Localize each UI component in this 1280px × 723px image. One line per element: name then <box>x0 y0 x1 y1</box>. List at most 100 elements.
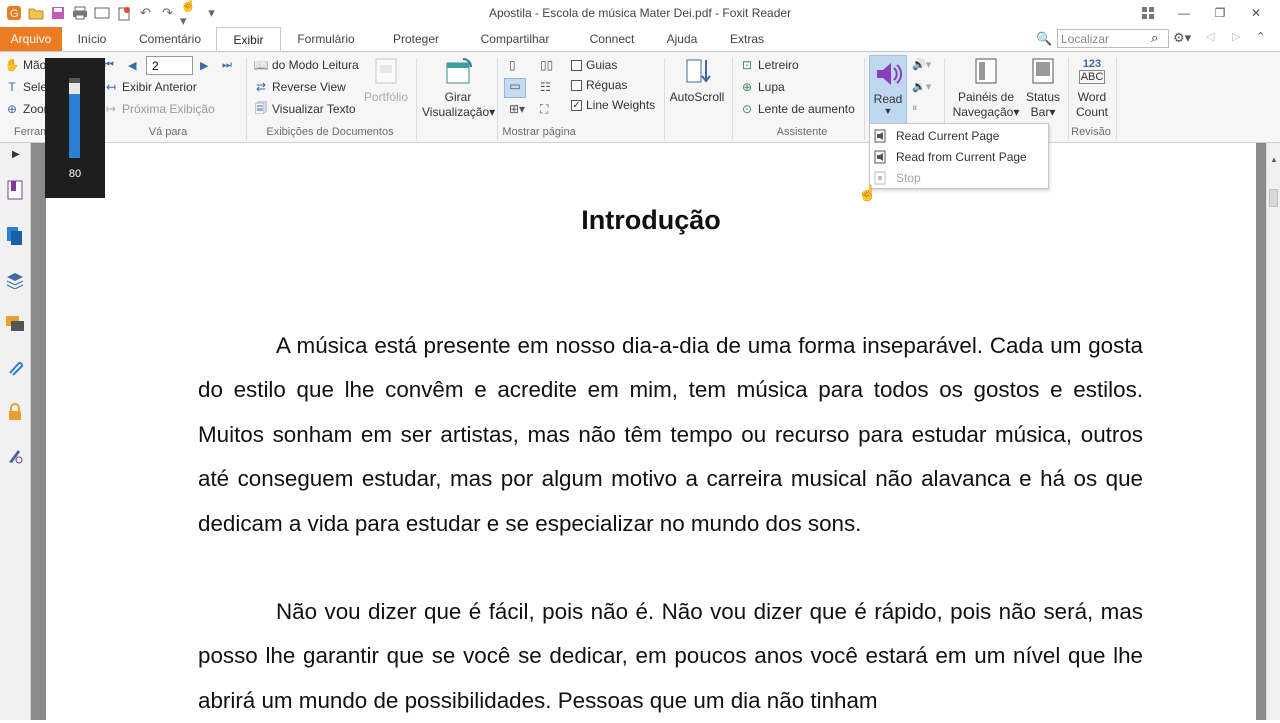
search-icon[interactable]: ⌕ <box>1151 30 1158 46</box>
scroll-up-icon[interactable]: ▲ <box>1270 155 1278 164</box>
reading-mode-label: do Modo Leitura <box>272 58 359 72</box>
hand-cursor-icon: ☝ <box>858 185 877 202</box>
status-bar-label-line1: Status <box>1025 90 1061 104</box>
ribbon-panel: ✋Mão TSelecionar ⊕Zoom Ferramentas ⏮ ◀ ▶… <box>0 51 1280 143</box>
tab-connect[interactable]: Connect <box>582 27 642 51</box>
magnifier-button[interactable]: ⊙ Lente de aumento <box>740 102 855 116</box>
last-page-icon[interactable]: ⏭ <box>222 59 232 72</box>
volume-knob <box>69 83 80 94</box>
continuous-facing-icon[interactable]: ☷ <box>540 80 551 94</box>
collapse-ribbon-icon[interactable]: ⌃ <box>1256 30 1265 43</box>
tab-proteger[interactable]: Proteger <box>384 27 448 51</box>
scrollbar-thumb[interactable] <box>1269 189 1278 207</box>
left-navigation-sidebar: ▶ <box>0 143 31 720</box>
next-view-button[interactable]: ↦ Próxima Exibição <box>104 102 215 116</box>
group-label-revisao: Revisão <box>1071 126 1111 138</box>
facing-pages-icon[interactable]: ▯▯ <box>540 58 553 72</box>
restore-icon[interactable]: ❐ <box>1202 2 1238 24</box>
guides-checkbox[interactable]: Guias <box>571 58 617 72</box>
read-label: Read <box>873 92 903 106</box>
layout-icon[interactable] <box>1130 2 1166 24</box>
tab-extras[interactable]: Extras <box>722 27 772 51</box>
minimize-icon[interactable]: — <box>1166 2 1202 24</box>
tab-inicio[interactable]: Início <box>67 27 117 51</box>
find-folder-icon[interactable]: 🔍 <box>1036 31 1052 47</box>
status-bar-label-line2: Bar <box>1030 105 1050 119</box>
read-volume-icon[interactable]: 🔉▾ <box>912 80 931 93</box>
comments-icon[interactable] <box>4 313 26 335</box>
read-from-current-page-item[interactable]: Read from Current Page <box>874 147 1027 167</box>
read-from-page-icon <box>874 150 886 164</box>
guides-check-icon <box>571 59 582 71</box>
first-page-icon[interactable]: ⏮ <box>104 59 114 72</box>
rulers-checkbox[interactable]: Réguas <box>571 78 627 92</box>
marquee-label: Letreiro <box>758 58 799 72</box>
guides-label: Guias <box>586 58 618 72</box>
next-page-icon[interactable]: ▶ <box>200 59 208 72</box>
reading-mode-button[interactable]: 📖 do Modo Leitura <box>254 58 359 72</box>
tab-formulario[interactable]: Formulário <box>290 27 362 51</box>
previous-page-icon[interactable]: ◀ <box>128 59 136 72</box>
bookmarks-icon[interactable] <box>4 179 26 201</box>
ribbon-separator <box>732 58 733 140</box>
attachments-icon[interactable] <box>4 357 26 379</box>
page-number-input[interactable] <box>146 56 193 75</box>
text-view-label: Visualizar Texto <box>272 102 356 116</box>
previous-view-button[interactable]: ↤ Exibir Anterior <box>104 80 197 94</box>
document-heading: Introdução <box>581 205 721 235</box>
single-page-icon[interactable]: ▯ <box>509 58 516 72</box>
hand-tool-button[interactable]: ✋ Mão <box>5 58 47 72</box>
back-nav-icon[interactable]: ◁ <box>1206 30 1214 43</box>
document-paragraph-2: Não vou dizer que é fácil, pois não é. N… <box>198 599 1143 713</box>
tab-compartilhar[interactable]: Compartilhar <box>472 27 558 51</box>
reverse-view-button[interactable]: ⇄ Reverse View <box>254 80 346 94</box>
word-count-button[interactable]: 123 ABC Word Count <box>1072 56 1112 120</box>
read-button[interactable]: Read ▼ <box>869 55 907 125</box>
rotate-view-button[interactable]: Girar Visualização▾ <box>422 56 495 120</box>
portfolio-icon <box>370 56 402 86</box>
signature-icon[interactable] <box>4 445 26 467</box>
hand-tool-label: Mão <box>23 58 47 72</box>
forward-nav-icon[interactable]: ▷ <box>1232 30 1240 43</box>
navigation-panels-button[interactable]: Painéis de Navegação▾ <box>950 56 1022 120</box>
read-from-current-page-label: Read from Current Page <box>896 150 1027 164</box>
rotate-label-line1: Girar <box>444 90 472 104</box>
read-current-page-label: Read Current Page <box>896 129 1000 143</box>
rulers-check-icon <box>571 79 582 91</box>
vertical-scrollbar[interactable]: ▲ <box>1266 143 1280 720</box>
line-weights-checkbox[interactable]: ✓ Line Weights <box>571 98 655 112</box>
read-speed-icon[interactable]: 🔊▾ <box>912 58 931 71</box>
marquee-button[interactable]: ⊡ Letreiro <box>740 58 799 72</box>
status-bar-button[interactable]: Status Bar▾ <box>1022 56 1064 120</box>
volume-track <box>69 78 80 158</box>
loupe-button[interactable]: ⊕ Lupa <box>740 80 785 94</box>
tab-exibir[interactable]: Exibir <box>216 27 281 52</box>
gear-icon[interactable]: ⚙▾ <box>1173 30 1191 46</box>
tab-arquivo[interactable]: Arquivo <box>0 27 62 51</box>
layers-icon[interactable] <box>4 269 26 291</box>
page-transitions-icon[interactable]: ⊞▾ <box>509 102 525 116</box>
text-view-button[interactable]: 🗐 Visualizar Texto <box>254 101 356 117</box>
security-lock-icon[interactable] <box>4 401 26 423</box>
zoom-icon: ⊕ <box>6 102 18 116</box>
read-pause-icon[interactable]: ⏸ <box>912 102 918 115</box>
separate-cover-icon[interactable]: ⛶ <box>540 102 548 117</box>
autoscroll-button[interactable]: AutoScroll <box>668 56 726 105</box>
tab-comentario[interactable]: Comentário <box>130 27 210 51</box>
autoscroll-icon <box>681 56 713 86</box>
portfolio-button[interactable]: Portfólio <box>362 56 410 105</box>
group-label-vapara: Vá para <box>148 126 188 138</box>
continuous-page-icon[interactable]: ▭ <box>504 78 526 98</box>
read-current-page-item[interactable]: Read Current Page <box>874 126 999 146</box>
tab-ajuda[interactable]: Ajuda <box>657 27 707 51</box>
close-icon[interactable]: ✕ <box>1238 2 1274 24</box>
volume-overlay: 80 <box>45 58 105 198</box>
chevron-down-icon: ▼ <box>883 106 893 116</box>
pages-thumbnails-icon[interactable] <box>4 225 26 247</box>
window-controls: — ❐ ✕ <box>1130 2 1274 24</box>
document-area[interactable]: Introdução A música está presente em nos… <box>31 143 1266 720</box>
rotate-icon <box>442 56 474 86</box>
group-label-exibicoes: Exibições de Documentos <box>266 126 394 138</box>
expand-sidebar-icon[interactable]: ▶ <box>12 149 20 160</box>
stop-reading-item[interactable]: Stop <box>874 168 921 188</box>
